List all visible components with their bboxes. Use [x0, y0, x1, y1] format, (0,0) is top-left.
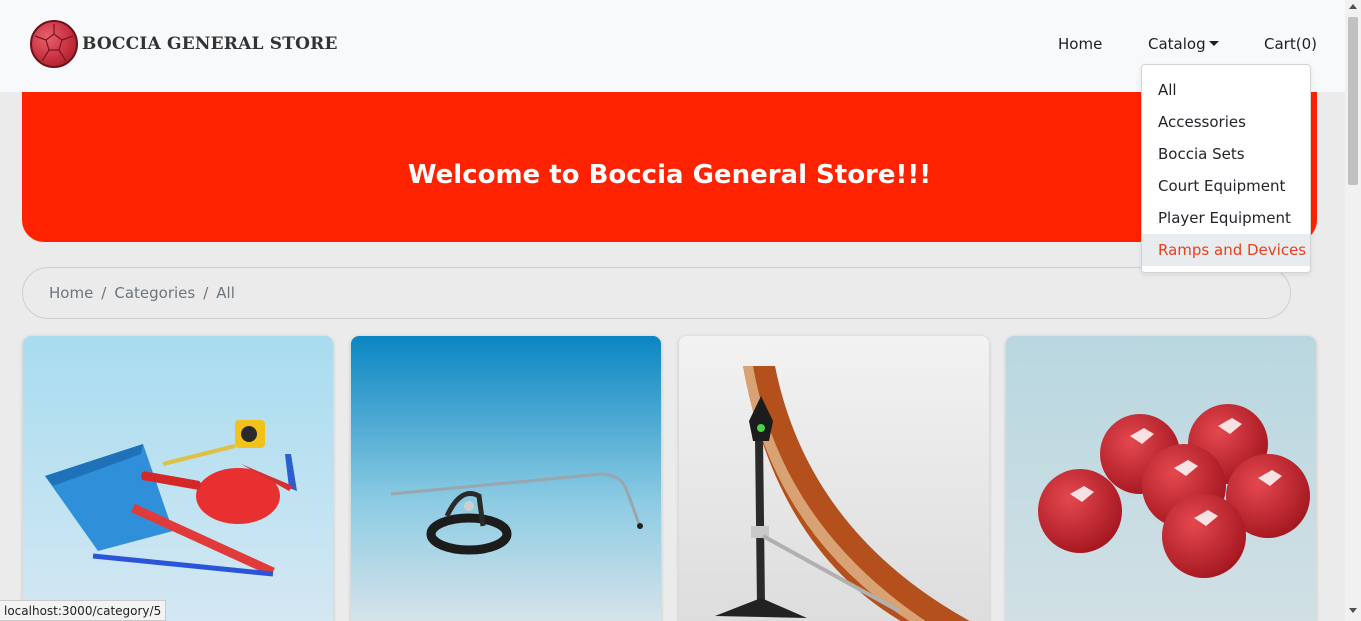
product-card[interactable] [351, 336, 661, 621]
nav-catalog-label: Catalog [1148, 35, 1206, 53]
dropdown-item-boccia-sets[interactable]: Boccia Sets [1142, 138, 1310, 170]
nav-cart-link[interactable]: Cart(0) [1264, 35, 1317, 53]
dropdown-item-court-equipment[interactable]: Court Equipment [1142, 170, 1310, 202]
dropdown-item-accessories[interactable]: Accessories [1142, 106, 1310, 138]
brand-name: BOCCIA GENERAL STORE [82, 34, 338, 54]
caret-down-icon [1208, 41, 1219, 46]
dropdown-item-all[interactable]: All [1142, 74, 1310, 106]
scroll-down-arrow-icon[interactable] [1349, 608, 1357, 613]
dropdown-item-player-equipment[interactable]: Player Equipment [1142, 202, 1310, 234]
head-pointer-photo [351, 336, 661, 621]
product-card[interactable] [679, 336, 989, 621]
nav-home-link[interactable]: Home [1058, 35, 1102, 53]
breadcrumb-home[interactable]: Home [49, 284, 93, 302]
breadcrumb-separator: / [203, 284, 209, 302]
welcome-title: Welcome to Boccia General Store!!! [407, 160, 932, 190]
breadcrumb: Home / Categories / All [22, 267, 1291, 319]
boccia-ramp-photo [679, 336, 989, 621]
welcome-banner: Welcome to Boccia General Store!!! [22, 92, 1317, 242]
boccia-ball-logo-icon [30, 20, 78, 68]
scrollbar-thumb[interactable] [1348, 17, 1358, 185]
product-card[interactable] [23, 336, 333, 621]
page-scrollbar[interactable] [1345, 0, 1361, 621]
dropdown-item-ramps-and-devices[interactable]: Ramps and Devices [1142, 234, 1310, 266]
brand-link[interactable]: BOCCIA GENERAL STORE [30, 20, 338, 68]
breadcrumb-current: All [216, 284, 235, 302]
breadcrumb-separator: / [101, 284, 107, 302]
red-boccia-balls-photo [1006, 336, 1316, 621]
status-bar-url: localhost:3000/category/5 [0, 600, 167, 621]
catalog-dropdown-menu: All Accessories Boccia Sets Court Equipm… [1141, 64, 1311, 273]
accessories-kit-photo [23, 336, 333, 621]
scroll-up-arrow-icon[interactable] [1349, 4, 1357, 9]
breadcrumb-categories[interactable]: Categories [114, 284, 195, 302]
product-card[interactable] [1006, 336, 1316, 621]
nav-catalog-toggle[interactable]: Catalog [1148, 35, 1219, 53]
